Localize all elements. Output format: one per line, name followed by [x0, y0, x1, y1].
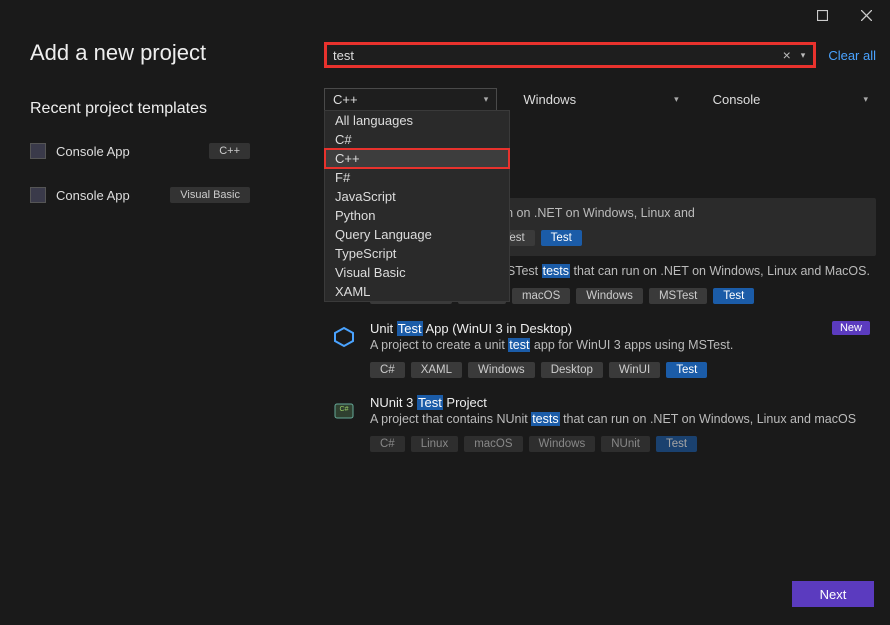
recent-item-name: Console App: [56, 188, 160, 203]
template-desc: A project to create a unit test app for …: [370, 337, 870, 354]
tag: WinUI: [609, 362, 660, 378]
next-button[interactable]: Next: [792, 581, 874, 607]
nunit-icon: C#: [330, 397, 358, 425]
dropdown-item[interactable]: Visual Basic: [325, 263, 509, 282]
tag: Desktop: [541, 362, 603, 378]
console-icon: [30, 187, 46, 203]
clear-search-icon[interactable]: ×: [777, 47, 797, 63]
square-icon: [817, 10, 828, 21]
tag: Test: [656, 436, 697, 452]
template-result[interactable]: New Unit Test App (WinUI 3 in Desktop) A…: [324, 314, 876, 388]
search-box[interactable]: × ▾: [324, 42, 816, 68]
language-combo-value: C++: [333, 92, 358, 107]
dropdown-item[interactable]: All languages: [325, 111, 509, 130]
dropdown-item[interactable]: XAML: [325, 282, 509, 301]
tag: Linux: [411, 436, 459, 452]
sidebar: Recent project templates Console App C++…: [0, 100, 250, 210]
template-title: Unit Test App (WinUI 3 in Desktop): [370, 321, 870, 336]
filter-row: C++ ▾ Windows ▾ Console ▾: [324, 88, 876, 111]
chevron-down-icon: ▾: [484, 94, 489, 105]
dropdown-item[interactable]: F#: [325, 168, 509, 187]
titlebar: [0, 0, 890, 30]
lang-badge: Visual Basic: [170, 187, 250, 203]
recent-item[interactable]: Console App C++: [30, 136, 250, 166]
tag: Windows: [529, 436, 596, 452]
tag: Windows: [576, 288, 643, 304]
tag: Windows: [468, 362, 535, 378]
template-result[interactable]: C# NUnit 3 Test Project A project that c…: [324, 388, 876, 462]
recent-item[interactable]: Console App Visual Basic: [30, 180, 250, 210]
template-title: NUnit 3 Test Project: [370, 395, 870, 410]
template-desc: A project that contains NUnit tests that…: [370, 411, 870, 428]
projecttype-combo[interactable]: Console ▾: [705, 88, 876, 111]
chevron-down-icon: ▾: [863, 94, 868, 105]
dropdown-item[interactable]: Python: [325, 206, 509, 225]
platform-combo-value: Windows: [523, 92, 576, 107]
tag: C#: [370, 436, 405, 452]
search-input[interactable]: [333, 48, 777, 63]
tag: Test: [713, 288, 754, 304]
chevron-down-icon: ▾: [674, 94, 679, 105]
console-icon: [30, 143, 46, 159]
tag: macOS: [464, 436, 522, 452]
new-badge: New: [832, 321, 870, 335]
tag: MSTest: [649, 288, 707, 304]
tag: XAML: [411, 362, 462, 378]
language-combo[interactable]: C++ ▾: [324, 88, 497, 111]
clear-all-link[interactable]: Clear all: [828, 48, 876, 63]
language-dropdown: All languages C# C++ F# JavaScript Pytho…: [324, 110, 510, 302]
tag: Test: [541, 230, 582, 246]
platform-combo[interactable]: Windows ▾: [515, 88, 686, 111]
projecttype-combo-value: Console: [713, 92, 761, 107]
recent-heading: Recent project templates: [30, 100, 250, 118]
search-row: × ▾ Clear all: [324, 42, 876, 68]
tag: C#: [370, 362, 405, 378]
svg-text:C#: C#: [340, 406, 349, 413]
recent-list: Console App C++ Console App Visual Basic: [30, 136, 250, 210]
dropdown-item[interactable]: JavaScript: [325, 187, 509, 206]
chevron-down-icon[interactable]: ▾: [797, 50, 810, 61]
dropdown-item[interactable]: TypeScript: [325, 244, 509, 263]
dropdown-item[interactable]: Query Language: [325, 225, 509, 244]
tag: NUnit: [601, 436, 650, 452]
close-button[interactable]: [844, 1, 888, 29]
tag: macOS: [512, 288, 570, 304]
dropdown-item[interactable]: C#: [325, 130, 509, 149]
close-icon: [861, 10, 872, 21]
winui-icon: [330, 323, 358, 351]
dropdown-item-selected[interactable]: C++: [325, 149, 509, 168]
tag-row: C# XAML Windows Desktop WinUI Test: [370, 362, 870, 378]
tag: Test: [666, 362, 707, 378]
lang-badge: C++: [209, 143, 250, 159]
recent-item-name: Console App: [56, 144, 199, 159]
maximize-button[interactable]: [800, 1, 844, 29]
tag-row: C# Linux macOS Windows NUnit Test: [370, 436, 870, 452]
